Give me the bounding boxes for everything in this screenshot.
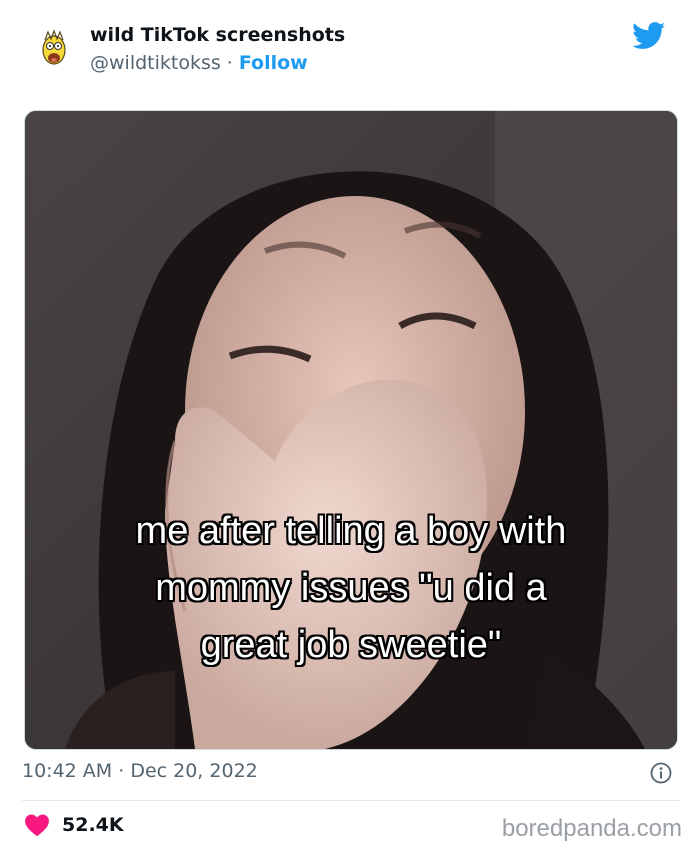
avatar[interactable]: [36, 28, 72, 70]
tweet-time: 10:42 AM: [22, 760, 113, 782]
divider: [22, 800, 680, 801]
like-count: 52.4K: [62, 814, 124, 836]
heart-icon: [25, 814, 49, 837]
tweet-timestamp[interactable]: 10:42 AM · Dec 20, 2022: [22, 760, 258, 782]
info-icon[interactable]: [650, 762, 672, 784]
handle-separator: ·: [226, 52, 233, 74]
tweet-media[interactable]: me after telling a boy with mommy issues…: [24, 110, 678, 750]
follow-button[interactable]: Follow: [239, 52, 308, 74]
handle[interactable]: @wildtiktokss: [90, 52, 221, 74]
media-caption: me after telling a boy with mommy issues…: [25, 503, 677, 674]
handle-row: @wildtiktokss · Follow: [90, 52, 308, 74]
display-name[interactable]: wild TikTok screenshots: [90, 24, 345, 46]
tweet-header: wild TikTok screenshots @wildtiktokss · Fo…: [36, 22, 680, 82]
tweet-card: wild TikTok screenshots @wildtiktokss · Fo…: [0, 0, 700, 852]
caption-line: me after telling a boy with: [135, 510, 567, 552]
timestamp-separator: ·: [118, 760, 125, 782]
caption-line: mommy issues "u did a: [155, 567, 547, 609]
caption-line: great job sweetie": [200, 624, 502, 666]
tweet-date: Dec 20, 2022: [130, 760, 258, 782]
twitter-bird-icon[interactable]: [632, 22, 666, 50]
like-button[interactable]: 52.4K: [24, 812, 124, 838]
watermark: boredpanda.com: [501, 815, 682, 842]
